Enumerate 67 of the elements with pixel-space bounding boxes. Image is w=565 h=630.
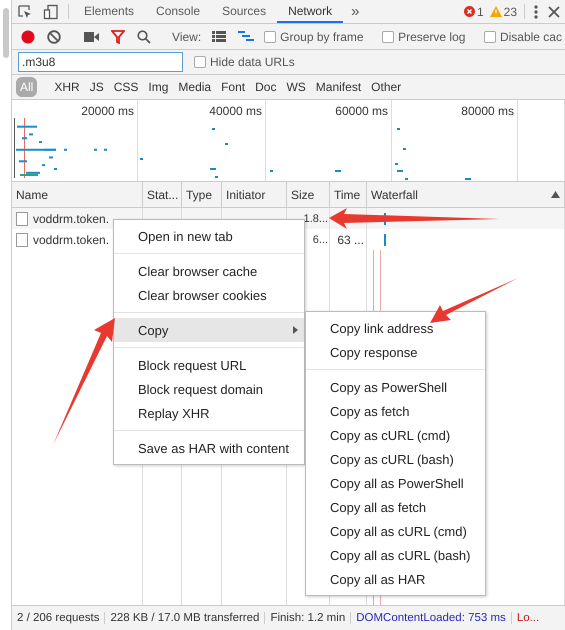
time-tick: 80000 ms bbox=[461, 104, 514, 120]
column-header[interactable]: Waterfall bbox=[367, 182, 565, 207]
error-icon bbox=[464, 6, 475, 17]
filter-input[interactable]: .m3u8 bbox=[18, 52, 183, 72]
scrollbar-thumb[interactable] bbox=[2, 8, 8, 58]
column-header[interactable]: Type bbox=[182, 182, 222, 207]
menu-item[interactable]: Copy all as PowerShell bbox=[306, 471, 485, 495]
type-filter[interactable]: Other bbox=[367, 77, 406, 97]
menu-item[interactable]: Block request domain bbox=[114, 377, 304, 401]
menu-item[interactable]: Copy as fetch bbox=[306, 399, 485, 423]
file-icon bbox=[16, 212, 28, 226]
submenu-arrow-icon bbox=[293, 326, 298, 334]
menu-item[interactable]: Copy all as cURL (bash) bbox=[306, 543, 485, 567]
menu-item[interactable]: Copy all as HAR bbox=[306, 567, 485, 591]
menu-item[interactable]: Replay XHR bbox=[114, 401, 304, 425]
panel-tab[interactable]: Sources bbox=[211, 0, 278, 23]
submenu-item[interactable]: Copy bbox=[114, 318, 304, 342]
type-filter[interactable]: Img bbox=[144, 77, 172, 97]
checkbox[interactable]: Hide data URLs bbox=[191, 55, 298, 69]
menu-item[interactable]: Copy as PowerShell bbox=[306, 375, 485, 399]
type-filter[interactable]: JS bbox=[86, 77, 108, 97]
type-filter[interactable]: CSS bbox=[110, 77, 142, 97]
time-tick: 40000 ms bbox=[209, 104, 262, 120]
time-cell: 63 ... bbox=[337, 232, 364, 246]
menu-item[interactable]: Save as HAR with content bbox=[114, 436, 304, 460]
column-header[interactable]: Time bbox=[330, 182, 367, 207]
menu-item[interactable]: Copy all as fetch bbox=[306, 495, 485, 519]
type-filter[interactable]: Doc bbox=[251, 77, 280, 97]
status-text: 2 / 206 requests bbox=[16, 612, 100, 624]
column-header[interactable]: Size bbox=[287, 182, 330, 207]
type-filter[interactable]: Font bbox=[217, 77, 250, 97]
checkbox[interactable]: Preserve log bbox=[379, 30, 468, 44]
type-filter[interactable]: WS bbox=[282, 77, 310, 97]
type-filter[interactable]: Manifest bbox=[312, 77, 366, 97]
column-header[interactable]: Stat... bbox=[143, 182, 182, 207]
size-cell: 1.8... bbox=[304, 212, 328, 224]
file-icon bbox=[16, 232, 28, 246]
time-tick: 60000 ms bbox=[335, 104, 388, 120]
warning-count: 23 bbox=[504, 4, 517, 18]
type-filter[interactable]: XHR bbox=[50, 77, 84, 97]
status-text: 228 KB / 17.0 MB transferred bbox=[104, 612, 264, 624]
view-label: View: bbox=[171, 30, 202, 44]
time-tick: 20000 ms bbox=[81, 104, 134, 120]
checkbox[interactable]: Group by frame bbox=[261, 30, 367, 44]
status-text: DOMContentLoaded: 753 ms bbox=[350, 612, 511, 624]
error-count: 1 bbox=[476, 4, 484, 18]
menu-item[interactable]: Clear browser cache bbox=[114, 259, 304, 283]
column-header[interactable]: Initiator bbox=[222, 182, 287, 207]
panel-tab[interactable]: Elements bbox=[73, 0, 146, 23]
menu-item[interactable]: Block request URL bbox=[114, 353, 304, 377]
menu-item[interactable]: Copy as cURL (cmd) bbox=[306, 423, 485, 447]
menu-item[interactable]: Copy response bbox=[306, 340, 485, 364]
status-text: Finish: 1.2 min bbox=[264, 612, 350, 624]
warning-icon bbox=[490, 6, 502, 17]
more-tabs-button[interactable]: » bbox=[343, 0, 368, 23]
menu-item[interactable]: Copy all as cURL (cmd) bbox=[306, 519, 485, 543]
type-filter[interactable]: Media bbox=[174, 77, 216, 97]
column-header[interactable]: Name bbox=[12, 182, 143, 207]
request-name: voddrm.token. bbox=[33, 212, 110, 226]
panel-tab[interactable]: Console bbox=[145, 0, 212, 23]
size-cell: 6... bbox=[312, 234, 328, 246]
request-name: voddrm.token. bbox=[33, 232, 110, 246]
checkbox[interactable]: Disable cac bbox=[480, 30, 565, 44]
menu-item[interactable]: Copy link address bbox=[306, 316, 485, 340]
menu-item[interactable]: Copy as cURL (bash) bbox=[306, 447, 485, 471]
menu-item[interactable]: Clear browser cookies bbox=[114, 283, 304, 307]
status-text: Lo... bbox=[510, 612, 544, 624]
